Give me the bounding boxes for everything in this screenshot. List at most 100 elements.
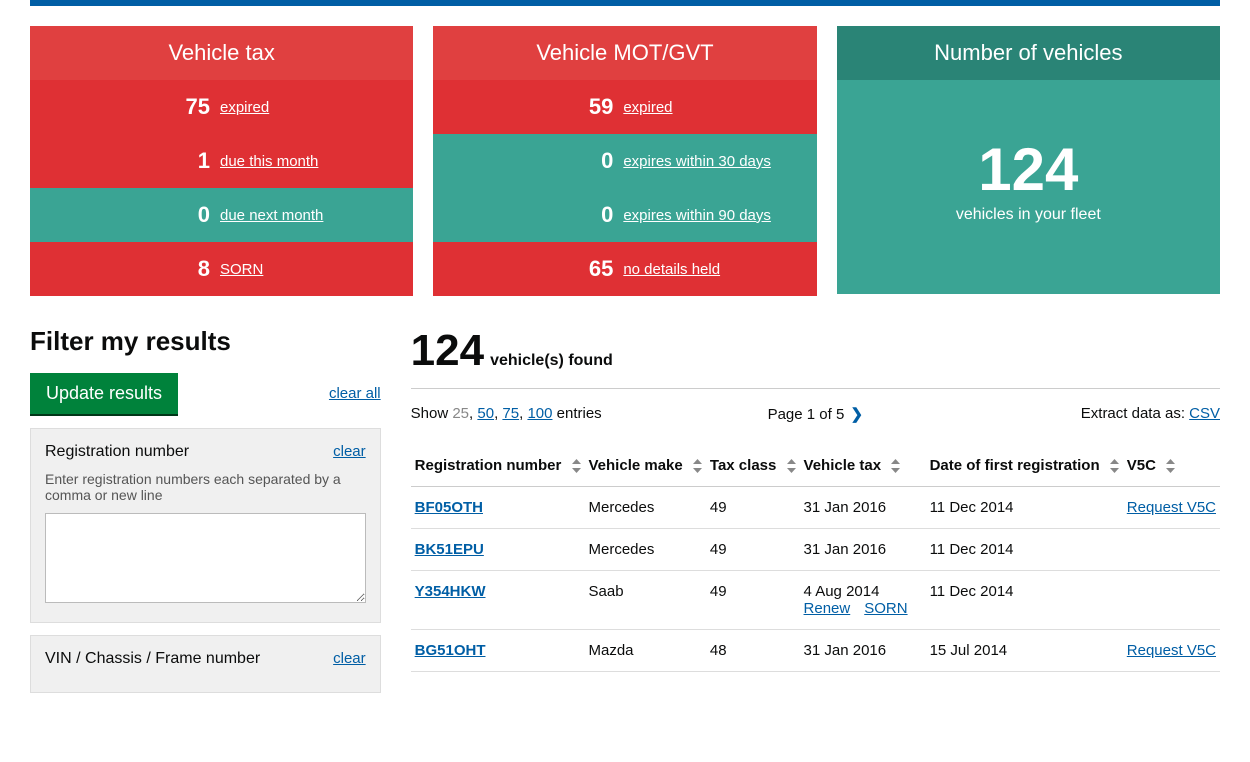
filter-title: Registration number — [45, 443, 189, 461]
filter-vin: VIN / Chassis / Frame number clear — [30, 635, 381, 693]
entries-option[interactable]: 100 — [527, 405, 552, 422]
vehicle-make: Mercedes — [585, 529, 706, 571]
stat-number: 0 — [453, 148, 623, 174]
sort-icon[interactable] — [1166, 459, 1175, 473]
stat-link[interactable]: due next month — [220, 207, 323, 224]
filter-registration-number: Registration number clear Enter registra… — [30, 428, 381, 623]
tax-class: 49 — [706, 529, 800, 571]
card-stat-row: 0due next month — [30, 188, 413, 242]
filter-heading: Filter my results — [30, 326, 381, 357]
registration-link[interactable]: BG51OHT — [415, 642, 486, 659]
stat-number: 0 — [50, 202, 220, 228]
sort-icon[interactable] — [891, 459, 900, 473]
tax-action-link[interactable]: SORN — [864, 600, 907, 617]
entries-option[interactable]: 50 — [477, 405, 494, 422]
request-v5c-link[interactable]: Request V5C — [1127, 642, 1216, 659]
card-stat-row: 1due this month — [30, 134, 413, 188]
stat-number: 59 — [453, 94, 623, 120]
v5c-cell: Request V5C — [1123, 487, 1220, 529]
stat-link[interactable]: expires within 30 days — [623, 153, 771, 170]
stat-link[interactable]: no details held — [623, 261, 720, 278]
stat-link[interactable]: due this month — [220, 153, 318, 170]
column-header[interactable]: Date of first registration — [926, 447, 1123, 487]
v5c-cell — [1123, 529, 1220, 571]
results-count-number: 124 — [411, 326, 484, 376]
page-label: Page 1 of 5 — [768, 406, 845, 423]
table-row: BG51OHT Mazda4831 Jan 201615 Jul 2014Requ… — [411, 630, 1220, 672]
table-row: Y354HKWSaab494 Aug 2014RenewSORN11 Dec 2… — [411, 571, 1220, 630]
entries-option-current: 25 — [452, 405, 469, 422]
vehicle-make: Mazda — [585, 630, 706, 672]
card-stat-row: 0expires within 30 days — [433, 134, 816, 188]
stat-number: 65 — [453, 256, 623, 282]
show-entries: Show 25, 50, 75, 100 entries — [411, 405, 602, 427]
stat-link[interactable]: expired — [623, 99, 672, 116]
card-stat-row: 75expired — [30, 80, 413, 134]
sort-icon[interactable] — [1110, 459, 1119, 473]
request-v5c-link[interactable]: Request V5C — [1127, 499, 1216, 516]
column-header[interactable]: Registration number — [411, 447, 585, 487]
entries-option[interactable]: 75 — [502, 405, 519, 422]
column-header[interactable]: Vehicle make — [585, 447, 706, 487]
card-title: Vehicle MOT/GVT — [433, 26, 816, 80]
extract-csv-link[interactable]: CSV — [1189, 405, 1220, 422]
registration-link[interactable]: BK51EPU — [415, 541, 484, 558]
date-first-registration: 11 Dec 2014 — [926, 529, 1123, 571]
fleet-count-label: vehicles in your fleet — [837, 206, 1220, 224]
v5c-cell — [1123, 571, 1220, 630]
clear-link[interactable]: clear — [333, 650, 366, 668]
stat-number: 1 — [50, 148, 220, 174]
card-title: Vehicle tax — [30, 26, 413, 80]
stat-link[interactable]: SORN — [220, 261, 263, 278]
pagination: Page 1 of 5 ❯ — [768, 405, 863, 423]
v5c-cell: Request V5C — [1123, 630, 1220, 672]
tax-class: 48 — [706, 630, 800, 672]
stat-link[interactable]: expires within 90 days — [623, 207, 771, 224]
card-vehicle-tax: Vehicle tax 75expired1due this month0due… — [30, 26, 413, 296]
column-header[interactable]: Tax class — [706, 447, 800, 487]
filter-sidebar: Filter my results Update results clear a… — [30, 326, 381, 705]
column-header[interactable]: Vehicle tax — [800, 447, 926, 487]
summary-cards: Vehicle tax 75expired1due this month0due… — [30, 26, 1220, 296]
stat-number: 75 — [50, 94, 220, 120]
stat-link[interactable]: expired — [220, 99, 269, 116]
card-title: Number of vehicles — [837, 26, 1220, 80]
registration-link[interactable]: BF05OTH — [415, 499, 483, 516]
vehicle-tax: 4 Aug 2014RenewSORN — [800, 571, 926, 630]
next-page-button[interactable]: ❯ — [850, 406, 863, 423]
fleet-count-number: 124 — [837, 140, 1220, 200]
date-first-registration: 15 Jul 2014 — [926, 630, 1123, 672]
card-fleet-count: Number of vehicles 124 vehicles in your … — [837, 26, 1220, 296]
stat-number: 8 — [50, 256, 220, 282]
results-panel: 124 vehicle(s) found Show 25, 50, 75, 10… — [411, 326, 1220, 705]
clear-link[interactable]: clear — [333, 443, 366, 461]
filter-help-text: Enter registration numbers each separate… — [45, 471, 366, 503]
registration-link[interactable]: Y354HKW — [415, 583, 486, 600]
table-row: BF05OTH Mercedes4931 Jan 201611 Dec 2014R… — [411, 487, 1220, 529]
column-header[interactable]: V5C — [1123, 447, 1220, 487]
vehicle-make: Saab — [585, 571, 706, 630]
date-first-registration: 11 Dec 2014 — [926, 487, 1123, 529]
registration-input[interactable] — [45, 513, 366, 603]
tax-class: 49 — [706, 571, 800, 630]
table-row: BK51EPU Mercedes4931 Jan 201611 Dec 2014 — [411, 529, 1220, 571]
sort-icon[interactable] — [787, 459, 796, 473]
filter-title: VIN / Chassis / Frame number — [45, 650, 260, 668]
clear-all-link[interactable]: clear all — [329, 385, 381, 402]
results-count-label: vehicle(s) found — [490, 352, 613, 370]
tax-action-link[interactable]: Renew — [804, 600, 851, 617]
card-vehicle-mot: Vehicle MOT/GVT 59expired0expires within… — [433, 26, 816, 296]
extract-data: Extract data as: CSV — [1081, 405, 1220, 427]
vehicle-tax: 31 Jan 2016 — [800, 529, 926, 571]
sort-icon[interactable] — [693, 459, 702, 473]
vehicles-table: Registration number Vehicle make Tax cla… — [411, 447, 1220, 672]
vehicle-make: Mercedes — [585, 487, 706, 529]
top-border — [30, 0, 1220, 6]
update-results-button[interactable]: Update results — [30, 373, 178, 414]
tax-class: 49 — [706, 487, 800, 529]
card-stat-row: 59expired — [433, 80, 816, 134]
vehicle-tax: 31 Jan 2016 — [800, 487, 926, 529]
vehicle-tax: 31 Jan 2016 — [800, 630, 926, 672]
card-stat-row: 8SORN — [30, 242, 413, 296]
sort-icon[interactable] — [572, 459, 581, 473]
